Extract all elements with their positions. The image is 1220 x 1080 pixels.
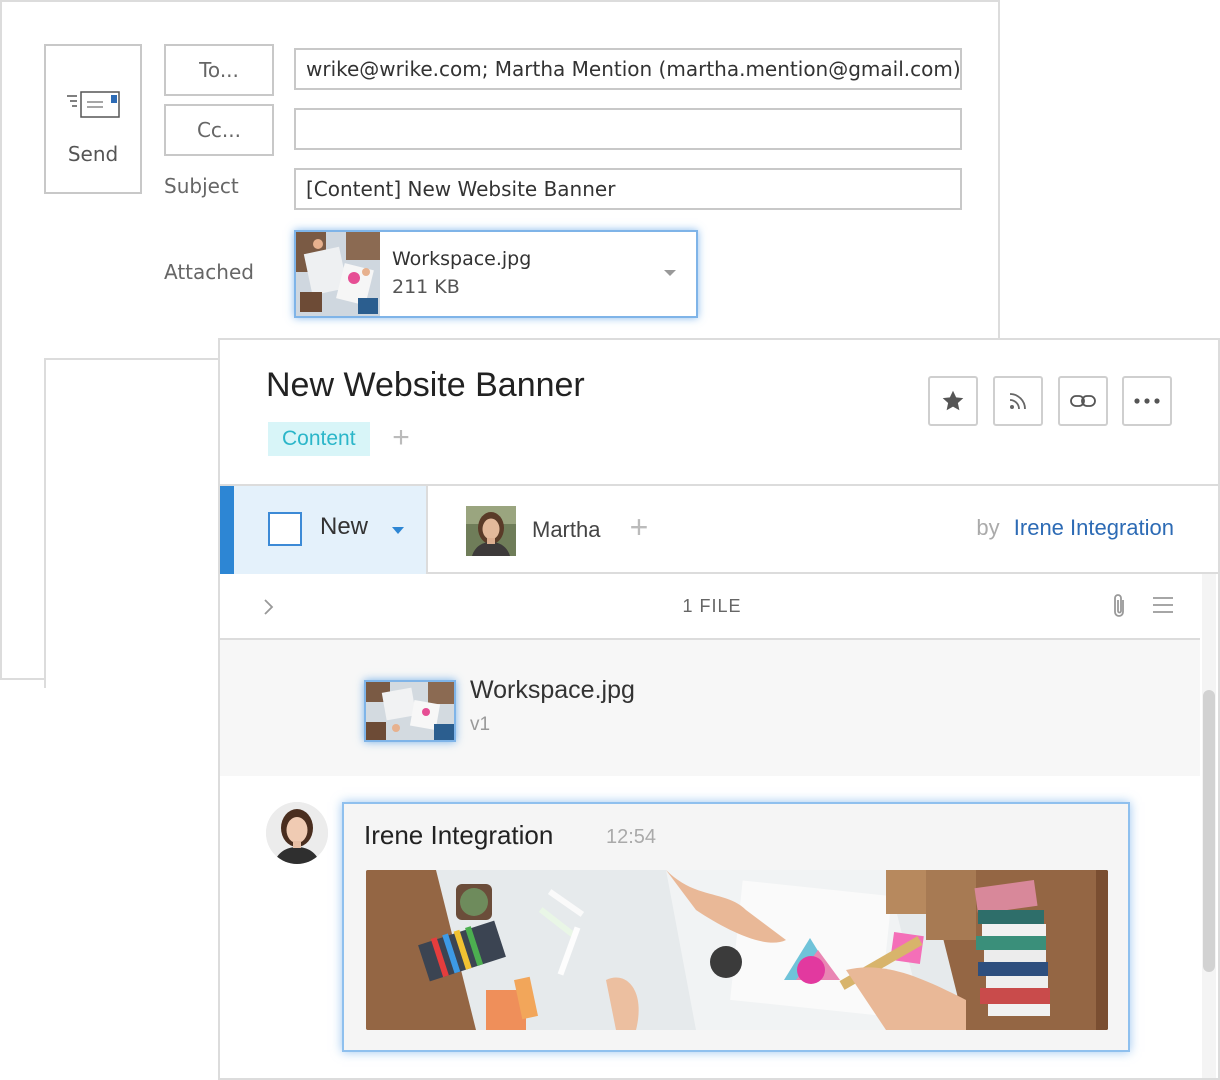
- add-tag-button[interactable]: +: [388, 422, 414, 456]
- more-button[interactable]: [1122, 376, 1172, 426]
- file-item: Workspace.jpg v1: [220, 640, 1204, 776]
- more-icon: [1134, 398, 1160, 404]
- scrollbar-thumb[interactable]: [1203, 690, 1215, 972]
- attachment-size: 211 KB: [392, 276, 460, 298]
- files-count[interactable]: 1 FILE: [220, 596, 1204, 617]
- attachment-name: Workspace.jpg: [392, 248, 532, 270]
- status-checkbox[interactable]: [268, 512, 302, 546]
- list-view-icon[interactable]: [1152, 596, 1174, 614]
- comment-time: 12:54: [606, 826, 657, 848]
- status-dropdown[interactable]: New: [220, 486, 428, 574]
- to-field[interactable]: wrike@wrike.com; Martha Mention (martha.…: [294, 48, 962, 90]
- link-button[interactable]: [1058, 376, 1108, 426]
- subject-label: Subject: [164, 174, 239, 198]
- chevron-down-icon[interactable]: [664, 270, 676, 276]
- chevron-down-icon[interactable]: [392, 527, 404, 534]
- star-icon: [942, 390, 964, 411]
- commenter-avatar: [266, 802, 328, 864]
- author-info: by Irene Integration: [976, 515, 1174, 541]
- scrollbar[interactable]: [1200, 574, 1218, 1078]
- comment-author[interactable]: Irene Integration: [364, 820, 553, 851]
- by-label: by: [976, 515, 1000, 540]
- author-link[interactable]: Irene Integration: [1014, 515, 1174, 540]
- attached-label: Attached: [164, 260, 254, 284]
- send-button[interactable]: Send: [44, 44, 142, 194]
- task-title[interactable]: New Website Banner: [266, 366, 585, 405]
- attachment-thumbnail: [296, 232, 380, 316]
- folder-tag[interactable]: Content: [268, 422, 370, 456]
- send-envelope-icon: [67, 91, 120, 118]
- status-label: New: [320, 513, 369, 540]
- file-version: v1: [470, 714, 491, 735]
- subject-field[interactable]: [Content] New Website Banner: [294, 168, 962, 210]
- assignee-name: Martha: [532, 517, 601, 542]
- files-bar: 1 FILE: [220, 574, 1204, 640]
- file-thumbnail[interactable]: [364, 680, 456, 742]
- workspace-photo: [366, 870, 1108, 1030]
- comment-card: Irene Integration 12:54: [342, 802, 1130, 1052]
- cc-field[interactable]: [294, 108, 962, 150]
- star-button[interactable]: [928, 376, 978, 426]
- paperclip-icon[interactable]: [1110, 592, 1128, 620]
- comment-image[interactable]: [366, 870, 1108, 1030]
- assignee-avatar: [466, 506, 516, 556]
- send-label: Send: [67, 142, 119, 166]
- task-panel: New Website Banner Content + New Martha …: [218, 338, 1220, 1080]
- file-name[interactable]: Workspace.jpg: [470, 676, 635, 705]
- cc-button[interactable]: Cc...: [164, 104, 274, 156]
- rss-button[interactable]: [993, 376, 1043, 426]
- file-thumbnail-image: [366, 682, 454, 740]
- to-button[interactable]: To...: [164, 44, 274, 96]
- status-color-bar: [220, 486, 234, 574]
- status-row: New Martha + by Irene Integration: [220, 484, 1218, 574]
- add-assignee-button[interactable]: +: [624, 510, 654, 546]
- attachment-item[interactable]: Workspace.jpg 211 KB: [294, 230, 698, 318]
- link-icon: [1070, 395, 1096, 407]
- rss-icon: [1009, 393, 1026, 410]
